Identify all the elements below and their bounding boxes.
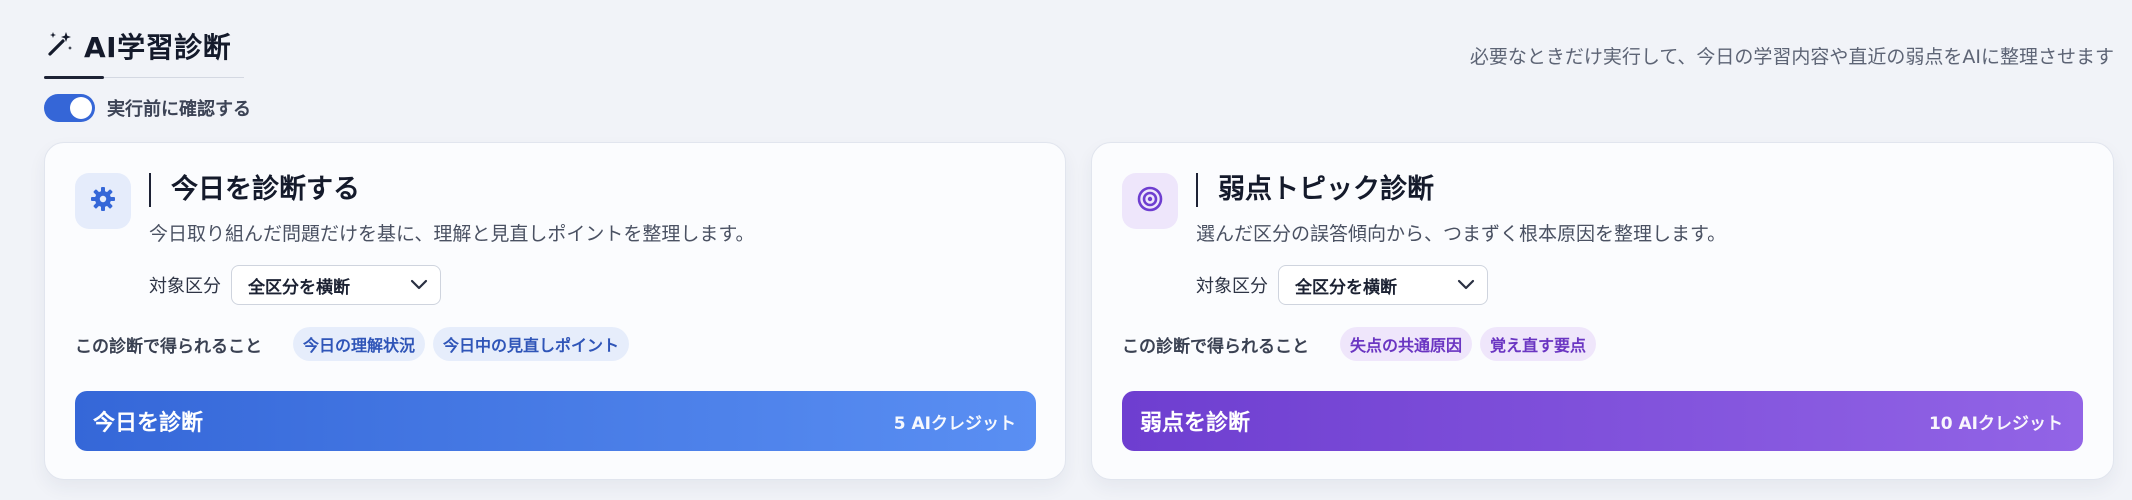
- diagnose-today-cost: 5 AIクレジット: [893, 413, 1016, 434]
- today-target-select[interactable]: 全区分を横断: [231, 265, 441, 305]
- benefit-chip: 今日中の見直しポイント: [433, 327, 630, 361]
- weak-card-icon-box: [1122, 173, 1178, 229]
- ai-diagnosis-panel: AI学習診断 必要なときだけ実行して、今日の学習内容や直近の弱点をAIに整理させ…: [0, 0, 2132, 500]
- today-target-value: 全区分を横断: [248, 277, 350, 298]
- today-benefits-row: この診断で得られること 今日の理解状況 今日中の見直しポイント: [75, 327, 637, 361]
- confirm-toggle-label: 実行前に確認する: [107, 99, 251, 120]
- target-icon: [1136, 185, 1164, 217]
- today-diagnosis-card: 今日を診断する 今日取り組んだ問題だけを基に、理解と見直しポイントを整理します。…: [44, 142, 1066, 480]
- weak-target-label: 対象区分: [1196, 276, 1268, 297]
- title-accent-bar: [149, 173, 151, 207]
- weak-topic-diagnosis-card: 弱点トピック診断 選んだ区分の誤答傾向から、つまずく根本原因を整理します。 対象…: [1091, 142, 2114, 480]
- weak-target-select[interactable]: 全区分を横断: [1278, 265, 1488, 305]
- toggle-knob: [70, 97, 92, 119]
- tab-active-indicator: [44, 76, 104, 79]
- gear-icon: [89, 185, 117, 217]
- today-benefits-label: この診断で得られること: [75, 336, 262, 357]
- chevron-down-icon: [1457, 276, 1475, 295]
- diagnose-weak-label: 弱点を診断: [1140, 411, 1251, 436]
- benefit-chip: 覚え直す要点: [1480, 327, 1597, 361]
- diagnose-today-button[interactable]: 今日を診断 5 AIクレジット: [75, 391, 1036, 451]
- diagnose-weak-button[interactable]: 弱点を診断 10 AIクレジット: [1122, 391, 2083, 451]
- weak-benefits-label: この診断で得られること: [1122, 336, 1309, 357]
- weak-target-row: 対象区分 全区分を横断: [1196, 265, 1488, 305]
- tab-title: AI学習診断: [84, 31, 232, 64]
- confirm-before-run-toggle[interactable]: [44, 94, 95, 122]
- tab-ai-diagnosis[interactable]: AI学習診断: [44, 26, 231, 66]
- header-description: 必要なときだけ実行して、今日の学習内容や直近の弱点をAIに整理させます: [1469, 46, 2114, 68]
- benefit-chip: 今日の理解状況: [293, 327, 426, 361]
- today-card-icon-box: [75, 173, 131, 229]
- today-target-label: 対象区分: [149, 276, 221, 297]
- diagnose-weak-cost: 10 AIクレジット: [1928, 413, 2063, 434]
- chevron-down-icon: [410, 276, 428, 295]
- weak-card-description: 選んだ区分の誤答傾向から、つまずく根本原因を整理します。: [1196, 223, 1727, 245]
- weak-target-value: 全区分を横断: [1295, 277, 1397, 298]
- diagnose-today-label: 今日を診断: [93, 411, 204, 436]
- benefit-chip: 失点の共通原因: [1340, 327, 1473, 361]
- title-accent-bar: [1196, 173, 1198, 207]
- magic-wand-icon: [44, 29, 74, 63]
- today-card-title: 今日を診断する: [171, 174, 360, 205]
- today-target-row: 対象区分 全区分を横断: [149, 265, 441, 305]
- confirm-toggle-row: 実行前に確認する: [44, 94, 251, 122]
- tab-divider: [104, 77, 244, 78]
- weak-card-title: 弱点トピック診断: [1218, 174, 1434, 205]
- today-card-description: 今日取り組んだ問題だけを基に、理解と見直しポイントを整理します。: [149, 223, 755, 245]
- weak-benefits-row: この診断で得られること 失点の共通原因 覚え直す要点: [1122, 327, 1604, 361]
